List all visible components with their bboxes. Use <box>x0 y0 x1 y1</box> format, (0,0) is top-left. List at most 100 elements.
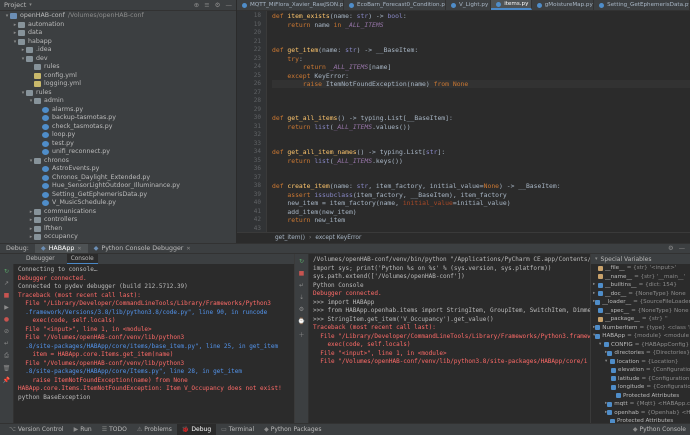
variable-row[interactable]: ▸openhab= {Openhab} <HABApp <box>591 409 690 418</box>
editor-tab[interactable]: gMoistureMap.py <box>532 0 595 10</box>
settings-icon[interactable]: ⚙ <box>299 306 304 313</box>
variable-row[interactable]: orange__name__= {str} '__main__' <box>591 273 690 282</box>
tree-item[interactable]: ▸foldercommunications <box>0 208 236 217</box>
debug-session-tab[interactable]: ◆ Python Console Debugger ✕ <box>88 244 197 253</box>
line-number: 23 <box>253 54 261 62</box>
minimize-icon[interactable]: — <box>226 1 233 9</box>
debug-subtab[interactable]: Debugger <box>22 254 59 264</box>
stop-icon[interactable]: ■ <box>299 270 305 277</box>
step-icon[interactable]: ↗ <box>3 280 11 287</box>
tree-item[interactable]: ▸folder.idea <box>0 46 236 55</box>
tree-item[interactable]: ▾folderdev <box>0 55 236 64</box>
rerun-icon[interactable]: ↻ <box>299 258 304 265</box>
variable-name: mqtt <box>614 401 628 407</box>
python-console-output[interactable]: /Volumes/openHAB-conf/venv/bin/python "/… <box>313 256 590 423</box>
breadcrumb-item[interactable]: get_item() <box>275 235 305 241</box>
project-header-label[interactable]: Project <box>4 1 26 9</box>
variable-row[interactable]: ▾ location = {Location} <box>591 358 690 367</box>
tree-item[interactable]: ymlconfig.yml <box>0 72 236 81</box>
target-icon[interactable]: ⊕ <box>194 1 199 9</box>
tool-window-button[interactable]: ⌥ Version Control <box>4 424 69 435</box>
variable-row[interactable]: ▸ __loader__ = {SourceFileLoader} <box>591 298 690 307</box>
variable-row[interactable]: Protected Attributes <box>591 392 690 401</box>
variable-row[interactable]: orange__file__= {str} '<input>' <box>591 264 690 273</box>
breadcrumb-item[interactable]: except KeyError <box>315 235 361 241</box>
scroll-end-icon[interactable]: ⇣ <box>299 294 304 301</box>
tool-window-button[interactable]: ◆ Python Packages <box>259 424 326 435</box>
tree-item[interactable]: ▸foldercontrollers <box>0 216 236 225</box>
close-icon[interactable]: ✕ <box>77 246 81 252</box>
debug-session-tab[interactable]: ◆ HABApp ✕ <box>34 244 88 253</box>
variable-row[interactable]: ▾HABApp= {module} <module 'HA <box>591 332 690 341</box>
minimize-icon[interactable]: — <box>679 245 685 252</box>
gear-icon[interactable]: ⚙ <box>215 1 221 9</box>
trash-icon[interactable]: 🗑 <box>3 365 11 372</box>
tree-item[interactable]: pycheck_tasmotas.py <box>0 123 236 132</box>
variable-row[interactable]: ▸ __doc__ = {NoneType} None <box>591 290 690 299</box>
tool-window-button[interactable]: ▭ Terminal <box>216 424 259 435</box>
soft-wrap-icon[interactable]: ↵ <box>299 282 304 289</box>
chevron-down-icon[interactable]: ▾ <box>595 256 598 262</box>
print-icon[interactable]: ⎙ <box>3 352 11 360</box>
editor-tab[interactable]: MQTT_MiFlora_Xavier_RawJSON.py <box>237 0 345 10</box>
tree-item[interactable]: pyHue_SensorLightOutdoor_Illuminance.py <box>0 182 236 191</box>
code-editor[interactable]: 18 19 20 21 22 23 24 25 26 27 28 29 30 31 32 33 34 35 36 37… <box>237 11 690 232</box>
chevron-down-icon[interactable]: ▾ <box>29 2 32 8</box>
tree-item[interactable]: pytest.py <box>0 140 236 149</box>
tree-item[interactable]: folderrules <box>0 63 236 72</box>
tool-window-button[interactable]: 🐞 Debug <box>176 424 217 435</box>
tree-item[interactable]: pyChronos_Daylight_Extended.py <box>0 174 236 183</box>
resume-icon[interactable]: ▶ <box>3 304 11 311</box>
add-icon[interactable]: ＋ <box>298 330 304 339</box>
tree-item[interactable]: ▾folderadmin <box>0 97 236 106</box>
gear-icon[interactable]: ⚙ <box>668 245 674 252</box>
tree-item[interactable]: ▾folderchronos <box>0 157 236 166</box>
tree-item[interactable]: ▸folderdata <box>0 29 236 38</box>
tree-item[interactable]: pyloop.py <box>0 131 236 140</box>
tree-item[interactable]: ▾folderhabapp <box>0 38 236 47</box>
tree-item[interactable]: ▾folder-blueopenHAB-conf/Volumes/openHAB… <box>0 12 236 21</box>
debugger-console-output[interactable]: Connecting to console… Debugger connected… <box>18 266 292 423</box>
mute-breakpoints-icon[interactable]: ⊘ <box>3 328 11 335</box>
variable-row[interactable]: ▾ CONFIG = {HABAppConfig} <box>591 341 690 350</box>
soft-wrap-icon[interactable]: ↵ <box>3 340 11 347</box>
variable-row[interactable]: latitude = {Configuration} <box>591 375 690 384</box>
variable-row[interactable]: ▸ mqtt = {Mqtt} <HABApp.co <box>591 400 690 409</box>
python-console-button[interactable]: ◆ Python Console <box>628 424 690 435</box>
variable-row[interactable]: elevation= {Configuration} <box>591 366 690 375</box>
rerun-icon[interactable]: ↻ <box>3 268 11 275</box>
tool-window-button[interactable]: ⚠ Problems <box>132 424 177 435</box>
tree-item[interactable]: ▸folderoccupancy <box>0 233 236 242</box>
tree-item[interactable]: ▸folderautomation <box>0 21 236 30</box>
tree-item[interactable]: pybackup-tasmotas.py <box>0 114 236 123</box>
tree-item[interactable]: pySetting_GetEphemerisData.py <box>0 191 236 200</box>
editor-tab[interactable]: Setting_GetEphemerisData.py <box>594 0 690 10</box>
stop-icon[interactable]: ■ <box>3 292 11 299</box>
variable-row[interactable]: longitude= {Configuration} <box>591 383 690 392</box>
variable-row[interactable]: orange__package__= {str} '' <box>591 315 690 324</box>
tree-item[interactable]: ymllogging.yml <box>0 80 236 89</box>
editor-tab[interactable]: V_Light.py <box>446 0 492 10</box>
variable-row[interactable]: ▸ __builtins__ = {dict: 154} <box>591 281 690 290</box>
tool-window-button[interactable]: ▶ Run <box>69 424 97 435</box>
debug-subtab[interactable]: Console <box>66 254 98 264</box>
tree-item[interactable]: pyV_MusicSchedule.py <box>0 199 236 208</box>
close-icon[interactable]: ✕ <box>186 246 190 252</box>
editor-tab[interactable]: items.py <box>491 0 532 10</box>
history-icon[interactable]: ⌚ <box>298 318 305 325</box>
tree-item[interactable]: pyAstroEvents.py <box>0 165 236 174</box>
tool-window-button[interactable]: ☰ TODO <box>97 424 132 435</box>
tree-item[interactable]: pyalarms.py <box>0 106 236 115</box>
tree-item[interactable]: ▸folderlfthen <box>0 225 236 234</box>
breakpoint-icon[interactable]: ● <box>3 316 11 323</box>
tree-item[interactable]: pyunifi_reconnect.py <box>0 148 236 157</box>
variable-row[interactable]: __spec__ = {NoneType} None <box>591 307 690 316</box>
pin-icon[interactable]: 📌 <box>3 377 11 384</box>
variable-row[interactable]: ▸NumberItem= {type} <class 'HAB <box>591 324 690 333</box>
tree-item[interactable]: ▾folderrules <box>0 89 236 98</box>
collapse-icon[interactable]: ≡ <box>204 1 209 9</box>
editor-tab[interactable]: EcoBarn_Forecast0_Condition.py <box>344 0 447 10</box>
console-line: File "<input>", line 1, in <module> <box>313 349 447 357</box>
variable-row[interactable]: ▸ directories = {Directories} <box>591 349 690 358</box>
variable-value: = {SourceFileLoader} <box>633 299 690 305</box>
